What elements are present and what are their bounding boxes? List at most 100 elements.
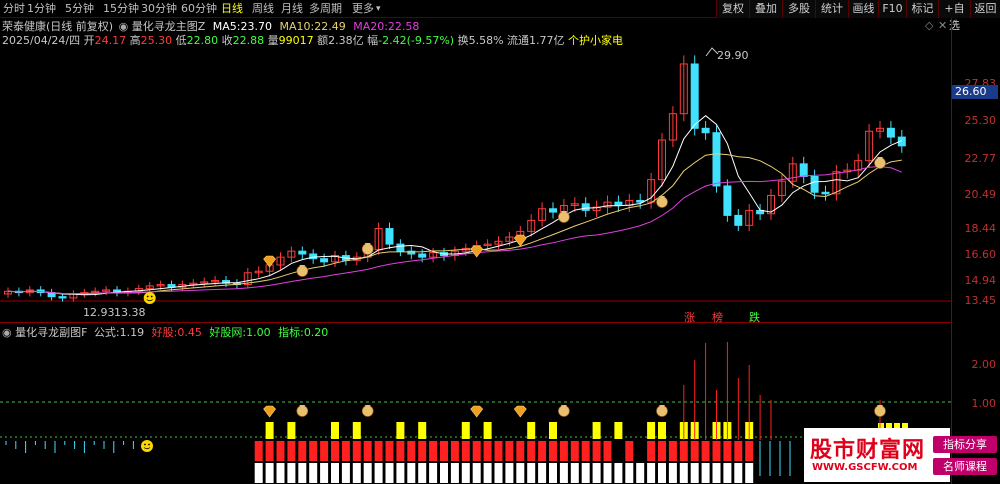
sub-red-block — [658, 441, 666, 461]
money-bag-icon — [296, 405, 309, 417]
sub-white-block — [581, 463, 590, 483]
tool-button-8[interactable]: 返回 — [970, 0, 1000, 18]
candle-body — [734, 214, 743, 226]
money-bag-icon — [656, 196, 668, 208]
sub-white-block — [614, 463, 623, 483]
sub-white-block — [723, 463, 732, 483]
sub-white-block — [450, 463, 459, 483]
watermark-brand: 股市财富网 — [810, 437, 926, 463]
diamond-icon — [263, 405, 276, 418]
sub-red-block — [374, 441, 383, 461]
money-bag-icon — [558, 405, 570, 417]
sub-yellow-block — [549, 422, 557, 439]
limit-up-marker: 涨 — [684, 311, 695, 324]
candle-body — [886, 127, 895, 138]
sub-red-block — [320, 441, 329, 461]
sub-white-block — [483, 463, 492, 483]
settings-diamond-icon[interactable]: ◇ — [925, 19, 933, 32]
candle-body — [298, 250, 307, 255]
sub-white-block — [690, 463, 699, 483]
candle-body — [690, 63, 699, 129]
candle-body — [396, 243, 405, 252]
sub-white-block — [396, 463, 405, 483]
sub-yellow-block — [658, 422, 666, 439]
sub-white-block — [592, 463, 601, 483]
smiley-eye — [144, 443, 146, 446]
candle-body — [385, 228, 394, 245]
sub-red-block — [407, 441, 416, 461]
sub-white-block — [734, 463, 743, 483]
money-bag-icon — [361, 405, 374, 417]
sub-white-block — [429, 463, 438, 483]
sub-red-block — [396, 441, 405, 461]
smiley-icon — [141, 440, 153, 452]
limit-down-marker: 跌 — [749, 311, 760, 324]
money-bag-icon — [874, 157, 886, 169]
sub-yellow-block — [527, 422, 536, 439]
sub-red-block — [472, 441, 481, 461]
diamond-icon — [513, 234, 527, 247]
sub-red-block — [745, 441, 754, 461]
diamond-icon — [513, 405, 527, 418]
sub-white-block — [461, 463, 470, 483]
sub-white-block — [407, 463, 416, 483]
watermark-tag-share[interactable]: 指标分享 — [933, 436, 997, 453]
sub-red-block — [494, 441, 503, 461]
sub-white-block — [712, 463, 721, 483]
sub-white-block — [538, 463, 547, 483]
candle-body — [701, 127, 710, 134]
watermark-tag-course[interactable]: 名师课程 — [933, 458, 997, 475]
sub-white-block — [668, 463, 677, 483]
price-axis-label: 13.45 — [964, 294, 997, 307]
sub-white-block — [472, 463, 481, 483]
sub-white-block — [374, 463, 383, 483]
sub-red-block — [570, 441, 579, 461]
sub-white-block — [679, 463, 688, 483]
diamond-icon — [263, 255, 276, 268]
ma20-line — [7, 165, 902, 295]
sub-white-block — [331, 463, 339, 483]
sub-red-block — [679, 441, 688, 461]
peak-price-label: 29.90 — [717, 49, 749, 62]
sub-white-block — [494, 463, 503, 483]
diamond-icon — [470, 405, 484, 418]
sub-red-block — [603, 441, 612, 461]
sub-yellow-block — [287, 422, 296, 439]
candle-body — [799, 163, 808, 177]
candle-body — [723, 185, 732, 216]
sub-white-block — [516, 463, 525, 483]
sub-red-block — [287, 441, 296, 461]
sub-white-block — [385, 463, 394, 483]
sub-white-block — [570, 463, 579, 483]
sub-white-block — [603, 463, 612, 483]
watermark-url: WWW.GSCFW.COM — [812, 462, 918, 473]
candle-body — [581, 203, 590, 211]
low-price-label: 13.38 — [114, 306, 146, 319]
sub-white-block — [418, 463, 427, 483]
sub-white-block — [527, 463, 536, 483]
close-icon[interactable]: ✕ — [938, 19, 947, 32]
smiley-eye — [146, 295, 149, 298]
sub-red-block — [298, 441, 307, 461]
sub-yellow-block — [483, 422, 492, 439]
sub-axis-label: 1.00 — [971, 397, 997, 410]
smiley-eye — [150, 295, 153, 298]
kline-chart[interactable] — [0, 0, 952, 484]
sub-white-block — [745, 463, 754, 483]
sub-red-block — [625, 441, 634, 461]
smiley-icon — [143, 292, 156, 304]
money-bag-icon — [874, 405, 886, 417]
candle-body — [418, 253, 427, 258]
sub-white-block — [276, 463, 285, 483]
smiley-eye — [148, 443, 150, 446]
sub-red-block — [559, 441, 568, 461]
sub-red-block — [385, 441, 394, 461]
sub-red-block — [712, 441, 721, 461]
sub-white-block — [440, 463, 448, 483]
price-axis-label: 14.94 — [964, 274, 997, 287]
sub-red-block — [418, 441, 427, 461]
ranking-marker: 榜 — [712, 311, 723, 324]
sub-red-block — [429, 441, 438, 461]
price-axis-label: 25.30 — [964, 114, 997, 127]
sub-white-block — [265, 463, 274, 483]
